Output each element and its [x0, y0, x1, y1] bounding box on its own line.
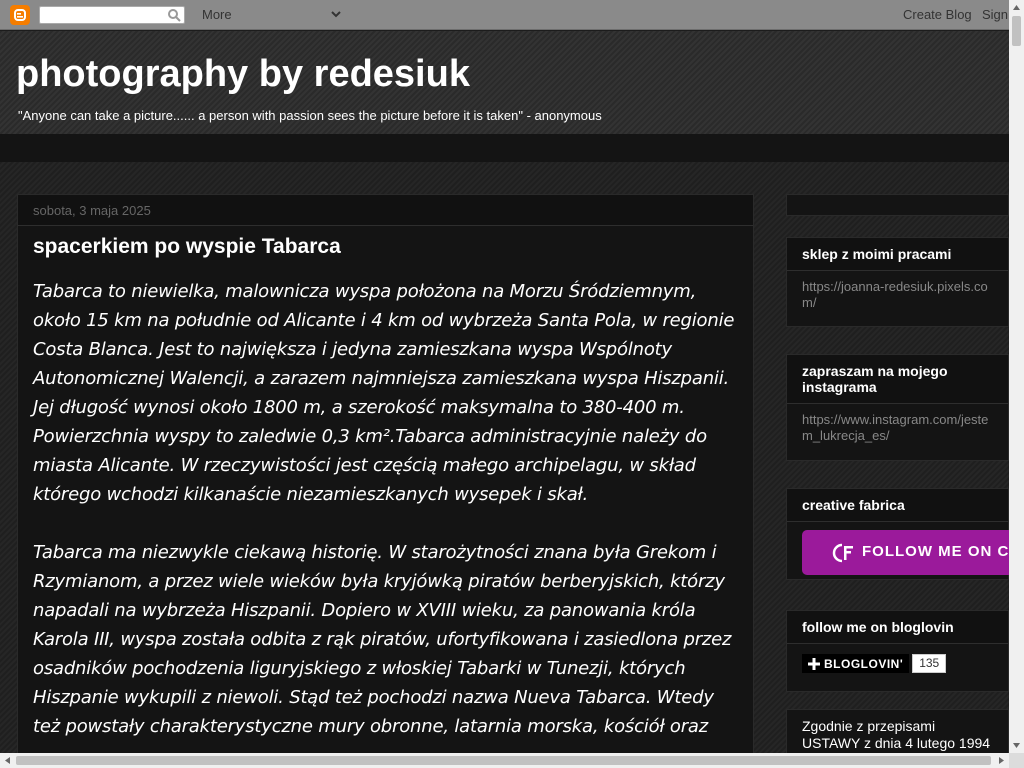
creative-fabrica-widget: creative fabrica FOLLOW ME ON CREATIVE F… — [786, 488, 1017, 580]
bloglovin-widget-title: follow me on bloglovin — [787, 611, 1008, 644]
blogger-logo-icon[interactable] — [10, 5, 30, 25]
post-container: sobota, 3 maja 2025 spacerkiem po wyspie… — [17, 194, 754, 754]
bloglovin-label: BLOGLOVIN' — [824, 656, 904, 671]
creative-fabrica-logo-icon — [832, 543, 853, 563]
blog-description: "Anyone can take a picture...... a perso… — [18, 108, 602, 123]
scroll-up-arrow-icon[interactable] — [1009, 0, 1024, 15]
sidebar-empty-widget — [786, 194, 1009, 216]
shop-widget-title: sklep z moimi pracami — [787, 238, 1008, 271]
blog-title[interactable]: photography by redesiuk — [16, 53, 470, 96]
sign-in-link[interactable]: Sign In — [982, 7, 1009, 22]
vertical-scroll-thumb[interactable] — [1012, 16, 1021, 46]
chevron-down-icon[interactable] — [330, 8, 342, 20]
bloglovin-button[interactable]: BLOGLOVIN' — [802, 654, 910, 673]
horizontal-scroll-thumb[interactable] — [16, 756, 991, 765]
follow-button-label: FOLLOW ME ON CREATIVE FABRICA — [862, 543, 1017, 560]
bloglovin-widget: follow me on bloglovin BLOGLOVIN' 135 — [786, 610, 1009, 692]
post-date: sobota, 3 maja 2025 — [18, 195, 753, 226]
shop-widget: sklep z moimi pracami https://joanna-red… — [786, 237, 1009, 327]
tabs-bar — [0, 134, 1009, 162]
creative-fabrica-title: creative fabrica — [787, 489, 1008, 522]
plus-icon — [808, 657, 820, 670]
navbar-search-input[interactable] — [39, 6, 185, 24]
shop-link[interactable]: https://joanna-redesiuk.pixels.com/ — [787, 271, 1008, 319]
instagram-widget-title: zapraszam na mojego instagrama — [787, 355, 1008, 404]
bloglovin-follow[interactable]: BLOGLOVIN' 135 — [802, 654, 993, 673]
post-paragraph: Tabarca to niewielka, malownicza wyspa p… — [33, 281, 735, 505]
create-blog-link[interactable]: Create Blog — [903, 7, 972, 22]
instagram-link[interactable]: https://www.instagram.com/jestem_lukrecj… — [787, 404, 1008, 452]
more-dropdown[interactable]: More — [202, 7, 232, 22]
post-body: Tabarca to niewielka, malownicza wyspa p… — [18, 259, 753, 741]
post-paragraph: Tabarca ma niezwykle ciekawą historię. W… — [33, 542, 732, 737]
horizontal-scrollbar[interactable] — [0, 753, 1009, 768]
vertical-scrollbar[interactable] — [1009, 0, 1024, 753]
scrollbar-corner — [1009, 753, 1024, 768]
blog-header: photography by redesiuk "Anyone can take… — [0, 31, 1009, 134]
blogger-navbar: More Create Blog Sign In — [0, 0, 1009, 30]
follow-creative-fabrica-button[interactable]: FOLLOW ME ON CREATIVE FABRICA — [802, 530, 1017, 575]
scroll-right-arrow-icon[interactable] — [994, 753, 1009, 768]
search-icon[interactable] — [167, 8, 181, 22]
scroll-down-arrow-icon[interactable] — [1009, 738, 1024, 753]
instagram-widget: zapraszam na mojego instagrama https://w… — [786, 354, 1009, 461]
bloglovin-count: 135 — [912, 654, 947, 673]
scroll-left-arrow-icon[interactable] — [0, 753, 15, 768]
post-title[interactable]: spacerkiem po wyspie Tabarca — [18, 226, 753, 259]
